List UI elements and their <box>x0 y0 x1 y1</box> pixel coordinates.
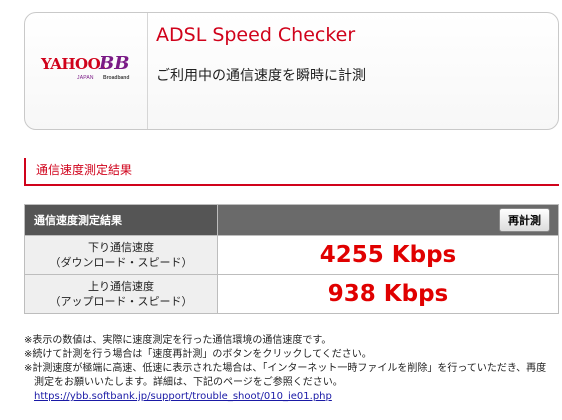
results-table: 通信速度測定結果 再計測 下り通信速度 （ダウンロード・スピード） 4255 K… <box>24 204 559 314</box>
upload-label-sub: （アップロード・スピード） <box>49 295 193 308</box>
note-line-2: ※続けて計測を行う場合は「速度再計測」のボタンをクリックしてください。 <box>24 349 372 360</box>
download-label-sub: （ダウンロード・スピード） <box>49 256 193 269</box>
app-title: ADSL Speed Checker <box>156 24 356 46</box>
upload-row: 上り通信速度 （アップロード・スピード） 938 Kbps <box>24 274 559 314</box>
note-line-4: 測定をお願いいたします。詳細は、下記のページをご参照ください。 <box>34 377 343 388</box>
upload-speed-value: 938 Kbps <box>217 274 559 314</box>
retest-button[interactable]: 再計測 <box>499 208 550 232</box>
download-label-cell: 下り通信速度 （ダウンロード・スピード） <box>24 235 218 275</box>
upload-label: 上り通信速度 <box>88 280 154 293</box>
section-title: 通信速度測定結果 <box>36 163 133 177</box>
results-header-actions: 再計測 <box>217 204 559 236</box>
note-line-3: ※計測速度が極端に高速、低速に表示された場合は、「インターネット一時ファイルを削… <box>24 363 547 374</box>
logo-bb-text: BB <box>99 53 130 74</box>
download-label: 下り通信速度 <box>88 241 154 254</box>
yahoo-bb-logo: YAHOO! BB JAPAN Broadband <box>41 53 131 89</box>
logo-cell: YAHOO! BB JAPAN Broadband <box>25 13 148 129</box>
help-link[interactable]: https://ybb.softbank.jp/support/trouble_… <box>34 391 332 402</box>
download-row: 下り通信速度 （ダウンロード・スピード） 4255 Kbps <box>24 235 559 275</box>
help-link-wrap: https://ybb.softbank.jp/support/trouble_… <box>24 390 559 404</box>
download-speed-value: 4255 Kbps <box>217 235 559 275</box>
logo-japan-text: JAPAN <box>77 75 94 81</box>
results-header-label: 通信速度測定結果 <box>24 204 218 236</box>
results-header-row: 通信速度測定結果 再計測 <box>24 204 559 236</box>
app-subtitle: ご利用中の通信速度を瞬時に計測 <box>156 68 366 84</box>
note-line-1: ※表示の数値は、実際に速度測定を行った通信環境の通信速度です。 <box>24 335 332 346</box>
section-title-bar: 通信速度測定結果 <box>24 158 559 186</box>
notes: ※表示の数値は、実際に速度測定を行った通信環境の通信速度です。 ※続けて計測を行… <box>24 334 559 404</box>
header-card: YAHOO! BB JAPAN Broadband ADSL Speed Che… <box>24 12 559 130</box>
logo-yahoo-text: YAHOO! <box>41 55 107 73</box>
upload-label-cell: 上り通信速度 （アップロード・スピード） <box>24 274 218 314</box>
logo-broadband-text: Broadband <box>103 75 130 81</box>
